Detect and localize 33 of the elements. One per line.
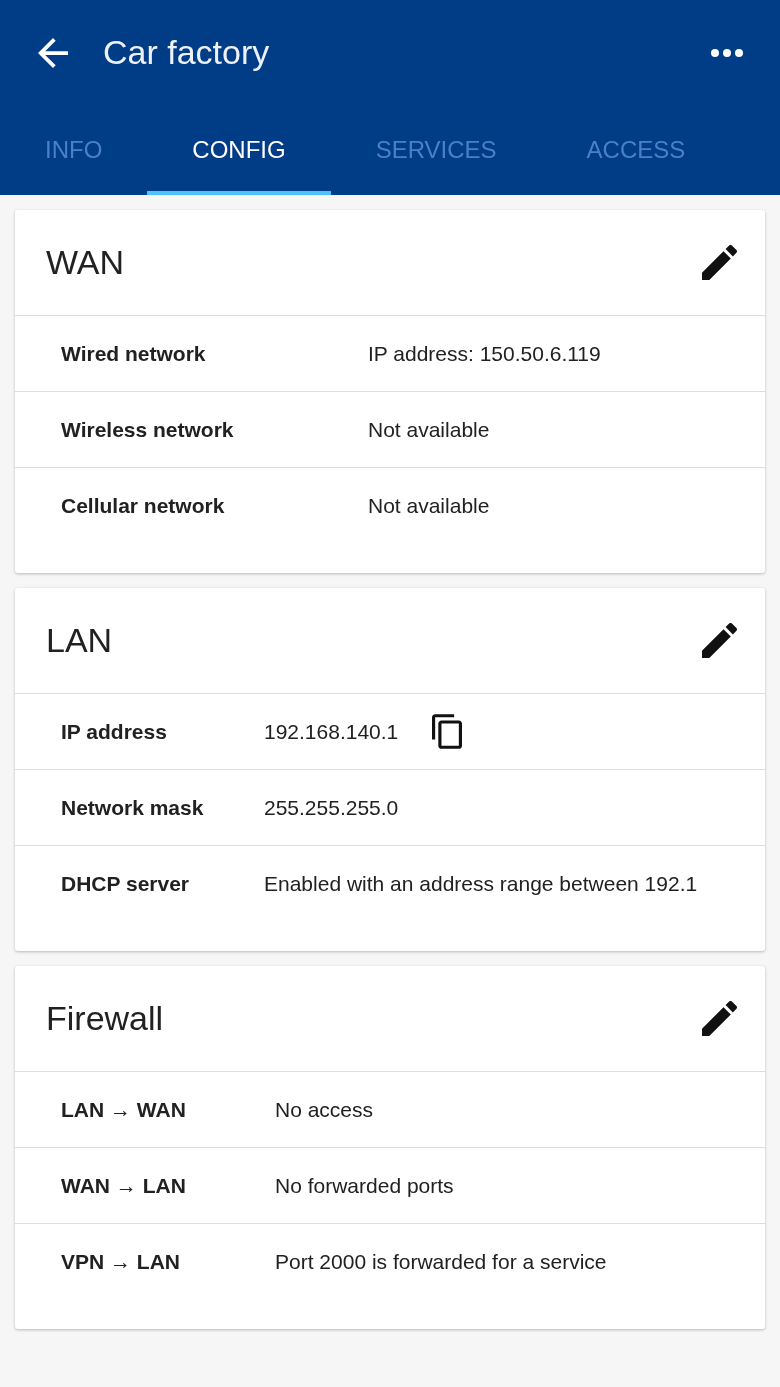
row-value: IP address: 150.50.6.119: [368, 340, 601, 367]
screen-title: Car factory: [103, 32, 270, 73]
pencil-icon: [702, 245, 737, 280]
pencil-icon: [702, 1001, 737, 1036]
row-label: IP address: [61, 718, 168, 745]
tab[interactable]: ACCESS: [541, 105, 731, 195]
copy-icon: [432, 714, 463, 749]
row-label: Wireless network: [61, 416, 235, 443]
row-value: Enabled with an address range between 192.1: [264, 870, 698, 897]
row-label: DHCP server: [61, 870, 191, 897]
tab[interactable]: SERVICES: [330, 105, 542, 195]
card-title: Firewall: [46, 998, 164, 1039]
tab[interactable]: INFO: [0, 105, 148, 195]
pencil-icon: [702, 623, 737, 658]
card-title: LAN: [46, 620, 113, 661]
row-label: Wired network: [61, 340, 207, 367]
row-label: Network mask: [61, 794, 205, 821]
row-value: 255.255.255.0: [264, 794, 399, 821]
tab[interactable]: CONFIG: [147, 105, 331, 195]
row-value: Not available: [368, 416, 490, 443]
row-label: Cellular network: [61, 492, 226, 519]
row-value: No access: [275, 1096, 374, 1123]
row-label: WAN → LAN: [61, 1172, 187, 1199]
row-value: No forwarded ports: [275, 1172, 454, 1199]
row-value: 192.168.140.1: [264, 718, 399, 745]
copy-button[interactable]: [432, 714, 463, 749]
row-value: Port 2000 is forwarded for a service: [275, 1248, 607, 1275]
row-label: VPN → LAN: [61, 1248, 181, 1275]
arrow-left-icon: [38, 37, 68, 68]
more-icon: [711, 48, 743, 57]
card-title: WAN: [46, 242, 125, 283]
row-label: LAN → WAN: [61, 1096, 187, 1123]
row-value: Not available: [368, 492, 490, 519]
